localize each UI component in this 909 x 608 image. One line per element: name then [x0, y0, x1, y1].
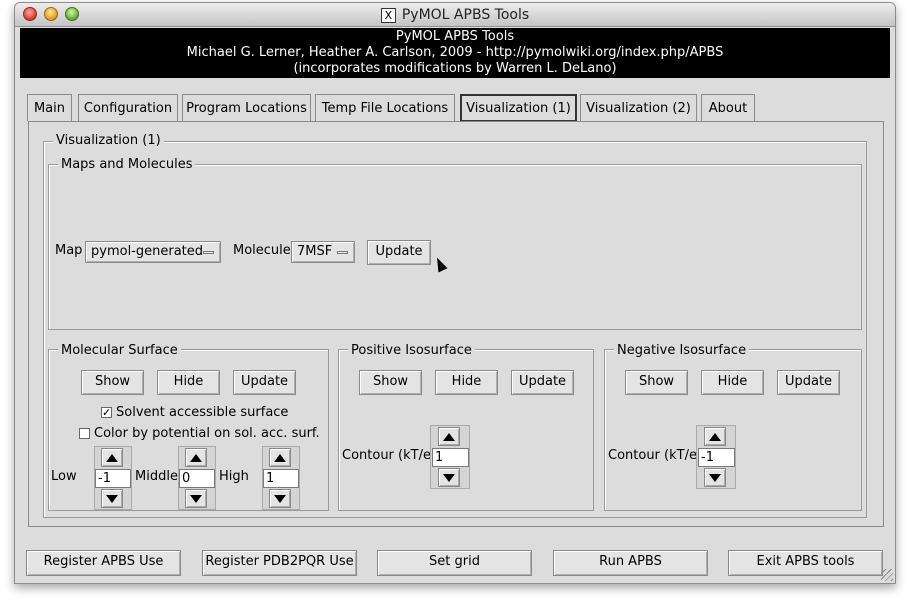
- tab-main[interactable]: Main: [27, 94, 72, 121]
- posiso-update-button[interactable]: Update: [511, 370, 574, 395]
- middle-decrement-button[interactable]: [185, 489, 207, 508]
- arrow-up-icon: [190, 454, 202, 462]
- arrow-down-icon: [443, 474, 455, 482]
- map-select[interactable]: pymol-generated: [85, 241, 221, 263]
- molsurf-update-button[interactable]: Update: [233, 370, 296, 395]
- tab-program-locations[interactable]: Program Locations: [182, 94, 311, 121]
- window-title: PyMOL APBS Tools: [401, 7, 530, 23]
- color-by-potential-label: Color by potential on sol. acc. surf.: [94, 426, 320, 441]
- negiso-contour-label: Contour (kT/e): [608, 448, 703, 463]
- sas-checkbox[interactable]: ✓: [101, 407, 112, 418]
- low-decrement-button[interactable]: [101, 489, 123, 508]
- apbs-tools-window: X PyMOL APBS Tools PyMOL APBS Tools Mich…: [14, 2, 896, 584]
- low-label: Low: [51, 469, 77, 484]
- arrow-up-icon: [106, 454, 118, 462]
- molecular-surface-label: Molecular Surface: [58, 343, 181, 358]
- posiso-decrement-button[interactable]: [438, 468, 460, 487]
- negiso-show-button[interactable]: Show: [625, 370, 688, 395]
- window-title-area: X PyMOL APBS Tools: [15, 3, 895, 27]
- middle-label: Middle: [135, 469, 178, 484]
- middle-increment-button[interactable]: [185, 448, 207, 467]
- arrow-down-icon: [106, 495, 118, 503]
- tab-configuration[interactable]: Configuration: [78, 94, 178, 121]
- middle-value-input[interactable]: [179, 469, 215, 488]
- arrow-down-icon: [190, 495, 202, 503]
- negiso-update-button[interactable]: Update: [777, 370, 840, 395]
- arrow-down-icon: [709, 474, 721, 482]
- update-maps-button[interactable]: Update: [367, 240, 431, 265]
- negiso-contour-input[interactable]: [698, 448, 735, 467]
- register-apbs-button[interactable]: Register APBS Use: [26, 550, 181, 576]
- molecule-label: Molecule: [233, 243, 291, 258]
- map-select-value: pymol-generated: [91, 244, 204, 259]
- posiso-contour-label: Contour (kT/e): [342, 448, 437, 463]
- molecule-select-value: 7MSF: [297, 244, 333, 259]
- molsurf-show-button[interactable]: Show: [81, 370, 144, 395]
- option-menu-indicator-icon: [337, 251, 348, 254]
- banner-credits: (incorporates modifications by Warren L.…: [293, 61, 617, 76]
- color-by-potential-checkbox[interactable]: [79, 428, 90, 439]
- checkmark-icon: ✓: [102, 406, 112, 419]
- header-banner: PyMOL APBS Tools Michael G. Lerner, Heat…: [20, 28, 890, 78]
- arrow-down-icon: [274, 495, 286, 503]
- visualization-group-label: Visualization (1): [53, 133, 164, 148]
- tab-visualization-2[interactable]: Visualization (2): [580, 94, 697, 121]
- option-menu-indicator-icon: [203, 251, 214, 254]
- resize-grip-icon[interactable]: [881, 569, 893, 581]
- posiso-increment-button[interactable]: [438, 427, 460, 446]
- run-apbs-button[interactable]: Run APBS: [553, 550, 708, 576]
- posiso-show-button[interactable]: Show: [359, 370, 422, 395]
- negiso-hide-button[interactable]: Hide: [701, 370, 764, 395]
- negiso-increment-button[interactable]: [704, 427, 726, 446]
- banner-authors: Michael G. Lerner, Heather A. Carlson, 2…: [186, 45, 724, 60]
- high-decrement-button[interactable]: [269, 489, 291, 508]
- arrow-up-icon: [443, 433, 455, 441]
- posiso-contour-input[interactable]: [432, 448, 469, 467]
- set-grid-button[interactable]: Set grid: [377, 550, 532, 576]
- exit-apbs-tools-button[interactable]: Exit APBS tools: [728, 550, 883, 576]
- tab-visualization-1[interactable]: Visualization (1): [460, 94, 577, 122]
- map-label: Map: [55, 243, 83, 258]
- high-increment-button[interactable]: [269, 448, 291, 467]
- negiso-decrement-button[interactable]: [704, 468, 726, 487]
- register-pdb2pqr-button[interactable]: Register PDB2PQR Use: [202, 550, 357, 576]
- maps-molecules-label: Maps and Molecules: [58, 157, 196, 172]
- arrow-up-icon: [274, 454, 286, 462]
- low-increment-button[interactable]: [101, 448, 123, 467]
- posiso-hide-button[interactable]: Hide: [435, 370, 498, 395]
- low-value-input[interactable]: [95, 469, 131, 488]
- arrow-up-icon: [709, 433, 721, 441]
- x11-icon: X: [380, 7, 396, 23]
- tab-about[interactable]: About: [701, 94, 755, 121]
- high-label: High: [219, 469, 249, 484]
- tab-temp-file-locations[interactable]: Temp File Locations: [315, 94, 455, 121]
- sas-label: Solvent accessible surface: [116, 405, 289, 420]
- negative-isosurface-label: Negative Isosurface: [614, 343, 750, 358]
- high-value-input[interactable]: [263, 469, 299, 488]
- banner-title: PyMOL APBS Tools: [395, 29, 515, 44]
- positive-isosurface-label: Positive Isosurface: [348, 343, 475, 358]
- molecule-select[interactable]: 7MSF: [291, 241, 355, 263]
- molsurf-hide-button[interactable]: Hide: [157, 370, 220, 395]
